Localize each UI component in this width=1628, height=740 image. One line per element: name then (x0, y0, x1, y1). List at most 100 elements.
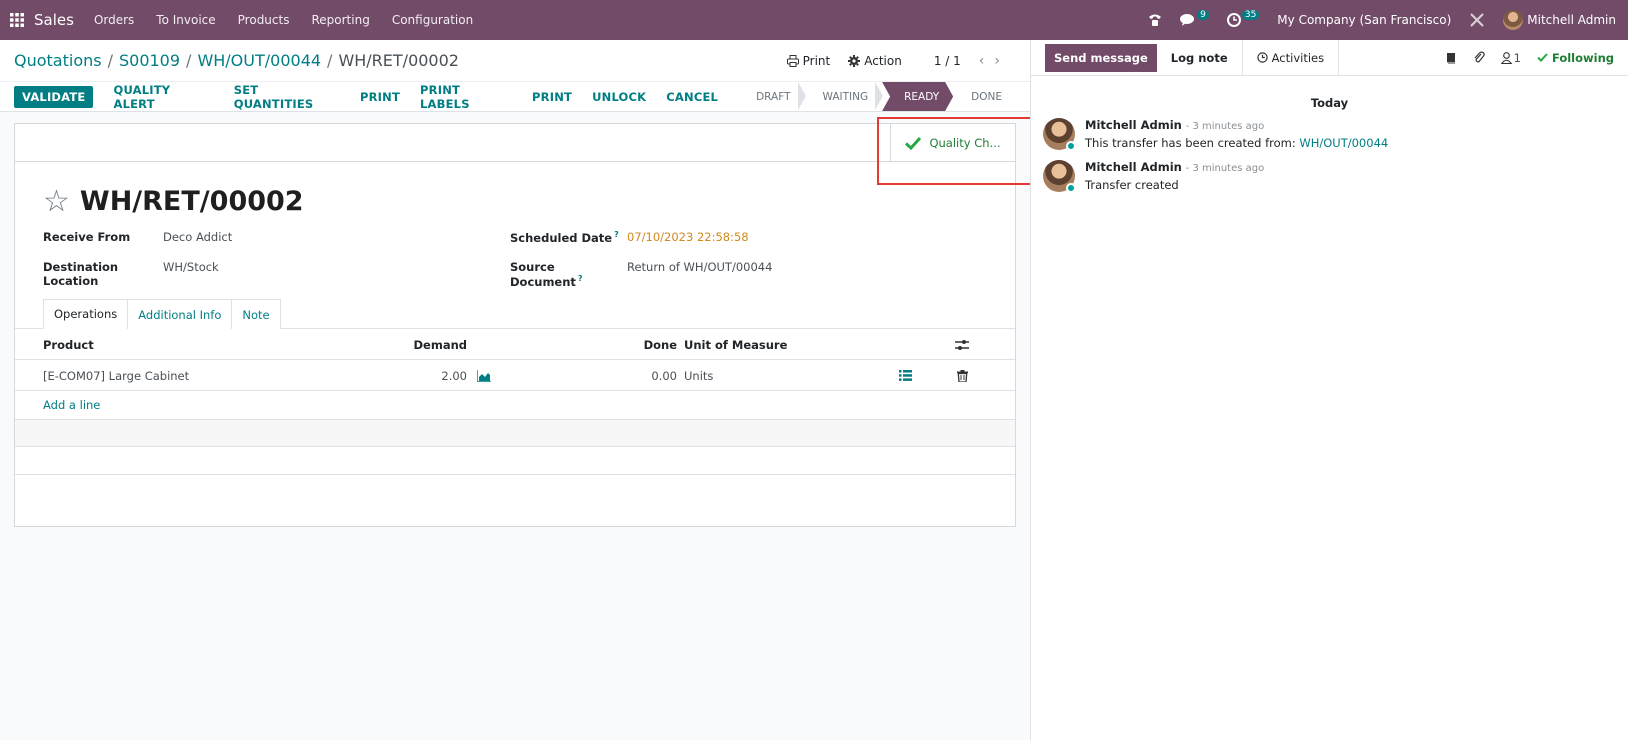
breadcrumb: Quotations / S00109 / WH/OUT/00044 / WH/… (0, 51, 459, 70)
stage-waiting[interactable]: WAITING (805, 82, 883, 111)
action-menu[interactable]: Action (848, 54, 902, 68)
menu-to-invoice[interactable]: To Invoice (156, 13, 215, 27)
message-link[interactable]: WH/OUT/00044 (1299, 136, 1388, 150)
tab-additional-info[interactable]: Additional Info (127, 299, 233, 329)
messages-menu[interactable]: 9 (1180, 10, 1209, 27)
chatter-message: Mitchell Admin - 3 minutes ago This tran… (1043, 118, 1388, 151)
row-done[interactable]: 0.00 (585, 360, 677, 391)
status-bar: DRAFT WAITING READY DONE (738, 82, 1016, 111)
paperclip-icon[interactable] (1473, 51, 1485, 64)
destination-field: Destination Location WH/Stock (43, 260, 219, 288)
highlight-annotation (877, 117, 1032, 185)
row-product[interactable]: [E-COM07] Large Cabinet (43, 360, 189, 391)
menu-configuration[interactable]: Configuration (392, 13, 473, 27)
notebook-tabs: Operations Additional Info Note (43, 299, 281, 329)
print-labels-button[interactable]: PRINT LABELS (420, 83, 512, 111)
gear-icon (848, 54, 861, 67)
pager-next-icon[interactable]: › (994, 53, 1000, 69)
online-status-icon (1066, 183, 1076, 193)
help-icon[interactable]: ? (578, 274, 583, 283)
source-document-value[interactable]: Return of WH/OUT/00044 (627, 260, 772, 289)
quality-alert-button[interactable]: QUALITY ALERT (113, 83, 213, 111)
log-note-button[interactable]: Log note (1157, 39, 1243, 76)
record-title: WH/RET/00002 (79, 186, 304, 217)
source-document-label-text: Source Document (510, 260, 576, 289)
receive-from-value[interactable]: Deco Addict (163, 230, 232, 244)
followers-count: 1 (1513, 50, 1521, 65)
unlock-button[interactable]: UNLOCK (592, 90, 646, 104)
table-row[interactable]: [E-COM07] Large Cabinet 2.00 0.00 Units (15, 360, 1015, 391)
scheduled-date-label-text: Scheduled Date (510, 230, 613, 245)
empty-row (15, 447, 1015, 475)
scheduled-date-value[interactable]: 07/10/2023 22:58:58 (627, 230, 749, 245)
followers-button[interactable]: 1 (1500, 50, 1521, 65)
following-label: Following (1551, 50, 1614, 65)
tab-note[interactable]: Note (231, 299, 281, 329)
empty-row (15, 419, 1015, 447)
company-switcher[interactable]: My Company (San Francisco) (1277, 13, 1451, 27)
help-icon[interactable]: ? (614, 230, 619, 239)
breadcrumb-quotations[interactable]: Quotations (14, 51, 102, 70)
chatter-message: Mitchell Admin - 3 minutes ago Transfer … (1043, 160, 1265, 193)
author-avatar[interactable] (1043, 160, 1076, 193)
action-bar: VALIDATE QUALITY ALERT SET QUANTITIES PR… (0, 81, 1030, 112)
menu-products[interactable]: Products (238, 13, 290, 27)
record-title-row: ☆ WH/RET/00002 (43, 186, 304, 217)
phone-icon[interactable] (1148, 13, 1162, 27)
validate-button[interactable]: VALIDATE (14, 85, 94, 108)
stage-ready[interactable]: READY (882, 82, 953, 111)
print-menu[interactable]: Print (786, 53, 831, 68)
tab-operations[interactable]: Operations (43, 299, 129, 329)
print-secondary-button[interactable]: PRINT (532, 90, 572, 104)
print-button[interactable]: PRINT (360, 90, 400, 104)
row-demand[interactable]: 2.00 (375, 360, 467, 391)
column-demand[interactable]: Demand (375, 329, 467, 360)
column-product[interactable]: Product (43, 329, 94, 360)
message-author[interactable]: Mitchell Admin (1085, 118, 1182, 132)
menu-orders[interactable]: Orders (94, 13, 134, 27)
message-author[interactable]: Mitchell Admin (1085, 160, 1182, 174)
menu-reporting[interactable]: Reporting (311, 13, 369, 27)
user-menu[interactable]: Mitchell Admin (1503, 10, 1616, 30)
activities-button[interactable]: Activities (1243, 39, 1340, 76)
optional-columns-icon[interactable] (955, 329, 969, 360)
forecast-chart-icon[interactable] (477, 360, 491, 391)
trash-icon[interactable] (957, 360, 968, 391)
destination-value[interactable]: WH/Stock (163, 260, 219, 288)
print-label: Print (802, 53, 831, 68)
app-name[interactable]: Sales (34, 11, 74, 29)
following-button[interactable]: Following (1537, 51, 1614, 65)
detailed-operations-icon[interactable] (899, 360, 912, 391)
activities-badge: 35 (1241, 10, 1260, 20)
message-time: - 3 minutes ago (1185, 163, 1265, 174)
pager-value[interactable]: 1 / 1 (934, 54, 961, 68)
row-unit-of-measure[interactable]: Units (684, 360, 713, 391)
message-body: This transfer has been created from: WH/… (1085, 136, 1388, 150)
author-avatar[interactable] (1043, 118, 1076, 151)
debug-tools-icon[interactable] (1469, 12, 1485, 28)
breadcrumb-separator: / (107, 51, 113, 70)
breadcrumb-sale-order[interactable]: S00109 (119, 51, 180, 70)
book-icon[interactable] (1445, 52, 1457, 64)
star-icon[interactable]: ☆ (43, 186, 70, 217)
stage-done[interactable]: DONE (953, 82, 1016, 111)
user-avatar (1503, 10, 1524, 30)
activities-menu[interactable]: 35 (1226, 10, 1260, 27)
column-unit-of-measure[interactable]: Unit of Measure (684, 329, 787, 360)
stage-draft[interactable]: DRAFT (738, 82, 806, 111)
destination-label: Destination Location (43, 260, 119, 288)
control-panel: Quotations / S00109 / WH/OUT/00044 / WH/… (0, 40, 1030, 81)
add-line-link[interactable]: Add a line (43, 398, 100, 412)
apps-menu-icon[interactable] (0, 13, 34, 27)
set-quantities-button[interactable]: SET QUANTITIES (234, 83, 340, 111)
breadcrumb-delivery[interactable]: WH/OUT/00044 (197, 51, 321, 70)
receive-from-field: Receive From Deco Addict (43, 230, 232, 244)
pager-previous-icon[interactable]: ‹ (979, 53, 985, 69)
user-icon (1500, 51, 1512, 64)
message-time: - 3 minutes ago (1185, 121, 1265, 132)
check-icon (1537, 53, 1548, 62)
breadcrumb-current: WH/RET/00002 (338, 51, 459, 70)
cancel-button[interactable]: CANCEL (666, 90, 718, 104)
column-done[interactable]: Done (585, 329, 677, 360)
send-message-button[interactable]: Send message (1045, 43, 1157, 72)
